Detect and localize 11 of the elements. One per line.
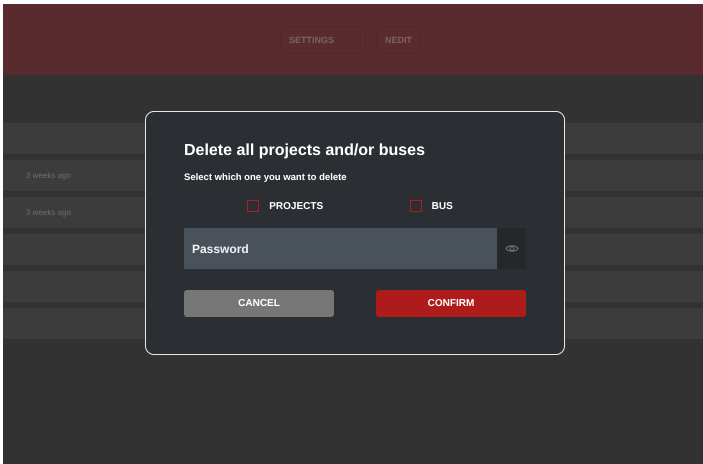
checkbox-label: PROJECTS xyxy=(269,200,324,212)
checkbox[interactable] xyxy=(410,200,422,212)
eye-icon xyxy=(504,244,518,253)
show-password-button[interactable] xyxy=(497,228,526,269)
checkbox[interactable] xyxy=(247,200,260,212)
cancel-button[interactable]: CANCEL xyxy=(184,290,334,317)
password-field[interactable]: Password xyxy=(184,228,497,269)
dialog-subtitle: Select which one you want to delete xyxy=(184,172,348,183)
confirm-button[interactable]: CONFIRM xyxy=(376,290,526,317)
checkbox-label: BUS xyxy=(432,200,453,212)
dialog-title: Delete all projects and/or buses xyxy=(184,142,426,160)
